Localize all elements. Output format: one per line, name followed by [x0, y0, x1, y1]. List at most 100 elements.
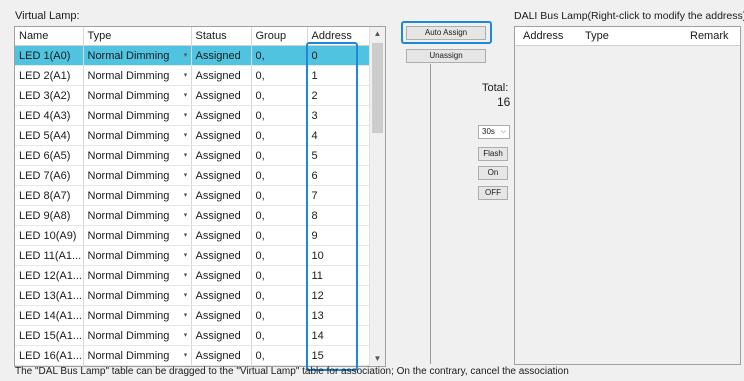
cell-name[interactable]: LED 5(A4): [15, 125, 84, 146]
cell-name[interactable]: LED 1(A0): [15, 45, 84, 66]
cell-type[interactable]: Normal Dimming ▾: [83, 245, 192, 266]
cell-type[interactable]: Normal Dimming ▾: [83, 45, 192, 66]
dropdown-arrow-icon[interactable]: ▾: [181, 66, 191, 85]
cell-group[interactable]: 0,: [251, 85, 308, 106]
cell-group[interactable]: 0,: [251, 65, 308, 86]
dropdown-arrow-icon[interactable]: ▾: [181, 126, 191, 145]
grid-vertical-scrollbar[interactable]: ▲ ▼: [369, 27, 385, 366]
cell-name[interactable]: LED 3(A2): [15, 85, 84, 106]
cell-type[interactable]: Normal Dimming ▾: [83, 125, 192, 146]
cell-name[interactable]: LED 9(A8): [15, 205, 84, 226]
scroll-down-arrow-icon[interactable]: ▼: [370, 352, 385, 366]
dropdown-arrow-icon[interactable]: ▾: [181, 46, 191, 65]
cell-group[interactable]: 0,: [251, 105, 308, 126]
column-header-remark[interactable]: Remark: [690, 30, 729, 42]
scroll-up-arrow-icon[interactable]: ▲: [370, 27, 385, 41]
cell-status[interactable]: Assigned: [191, 45, 252, 66]
cell-group[interactable]: 0,: [251, 285, 308, 306]
cell-status[interactable]: Assigned: [191, 105, 252, 126]
cell-name[interactable]: LED 12(A1...: [15, 265, 84, 286]
dropdown-arrow-icon[interactable]: ▾: [181, 226, 191, 245]
cell-name[interactable]: LED 8(A7): [15, 185, 84, 206]
dropdown-arrow-icon[interactable]: ▾: [181, 206, 191, 225]
cell-status[interactable]: Assigned: [191, 225, 252, 246]
dropdown-arrow-icon[interactable]: ▾: [181, 186, 191, 205]
cell-group[interactable]: 0,: [251, 305, 308, 326]
flash-button[interactable]: Flash: [478, 147, 508, 161]
column-header-type[interactable]: Type: [83, 27, 192, 46]
cell-group[interactable]: 0,: [251, 45, 308, 66]
cell-type[interactable]: Normal Dimming ▾: [83, 185, 192, 206]
type-value: Normal Dimming: [87, 329, 170, 342]
flash-interval-select[interactable]: 30s ⌵: [478, 125, 510, 139]
cell-status[interactable]: Assigned: [191, 185, 252, 206]
cell-group[interactable]: 0,: [251, 245, 308, 266]
column-header-group[interactable]: Group: [251, 27, 308, 46]
dropdown-arrow-icon[interactable]: ▾: [181, 286, 191, 305]
cell-name[interactable]: LED 15(A1...: [15, 325, 84, 346]
cell-status[interactable]: Assigned: [191, 165, 252, 186]
auto-assign-button[interactable]: Auto Assign: [406, 26, 486, 40]
cell-name[interactable]: LED 4(A3): [15, 105, 84, 126]
off-button[interactable]: OFF: [478, 186, 508, 200]
cell-group[interactable]: 0,: [251, 345, 308, 366]
cell-type[interactable]: Normal Dimming ▾: [83, 285, 192, 306]
cell-status[interactable]: Assigned: [191, 345, 252, 366]
cell-type[interactable]: Normal Dimming ▾: [83, 165, 192, 186]
dropdown-arrow-icon[interactable]: ▾: [181, 146, 191, 165]
cell-status[interactable]: Assigned: [191, 325, 252, 346]
scroll-thumb[interactable]: [372, 43, 383, 133]
cell-group[interactable]: 0,: [251, 185, 308, 206]
cell-group[interactable]: 0,: [251, 325, 308, 346]
column-header-name[interactable]: Name: [15, 27, 84, 46]
column-header-status[interactable]: Status: [191, 27, 252, 46]
dali-bus-lamp-grid[interactable]: Address Type Remark: [514, 26, 741, 365]
dropdown-arrow-icon[interactable]: ▾: [181, 166, 191, 185]
cell-group[interactable]: 0,: [251, 265, 308, 286]
dropdown-arrow-icon[interactable]: ▾: [181, 246, 191, 265]
cell-type[interactable]: Normal Dimming ▾: [83, 345, 192, 366]
cell-name[interactable]: LED 16(A1...: [15, 345, 84, 366]
cell-status[interactable]: Assigned: [191, 305, 252, 326]
cell-type[interactable]: Normal Dimming ▾: [83, 145, 192, 166]
cell-group[interactable]: 0,: [251, 125, 308, 146]
cell-name[interactable]: LED 13(A1...: [15, 285, 84, 306]
cell-name[interactable]: LED 14(A1...: [15, 305, 84, 326]
cell-type[interactable]: Normal Dimming ▾: [83, 325, 192, 346]
cell-group[interactable]: 0,: [251, 225, 308, 246]
on-button[interactable]: On: [478, 166, 508, 180]
cell-status[interactable]: Assigned: [191, 285, 252, 306]
cell-status[interactable]: Assigned: [191, 205, 252, 226]
cell-status[interactable]: Assigned: [191, 245, 252, 266]
cell-type[interactable]: Normal Dimming ▾: [83, 65, 192, 86]
cell-type[interactable]: Normal Dimming ▾: [83, 205, 192, 226]
column-header-type[interactable]: Type: [585, 30, 609, 42]
dropdown-arrow-icon[interactable]: ▾: [181, 326, 191, 345]
unassign-button[interactable]: Unassign: [406, 49, 486, 63]
cell-name[interactable]: LED 11(A1...: [15, 245, 84, 266]
cell-group[interactable]: 0,: [251, 205, 308, 226]
cell-name[interactable]: LED 10(A9): [15, 225, 84, 246]
cell-type[interactable]: Normal Dimming ▾: [83, 265, 192, 286]
dropdown-arrow-icon[interactable]: ▾: [181, 346, 191, 365]
dropdown-arrow-icon[interactable]: ▾: [181, 86, 191, 105]
separator-line: [430, 64, 431, 364]
column-header-address[interactable]: Address: [523, 30, 563, 42]
cell-group[interactable]: 0,: [251, 165, 308, 186]
cell-status[interactable]: Assigned: [191, 265, 252, 286]
cell-status[interactable]: Assigned: [191, 145, 252, 166]
cell-type[interactable]: Normal Dimming ▾: [83, 85, 192, 106]
dropdown-arrow-icon[interactable]: ▾: [181, 306, 191, 325]
cell-status[interactable]: Assigned: [191, 85, 252, 106]
cell-type[interactable]: Normal Dimming ▾: [83, 225, 192, 246]
dropdown-arrow-icon[interactable]: ▾: [181, 106, 191, 125]
cell-status[interactable]: Assigned: [191, 65, 252, 86]
cell-status[interactable]: Assigned: [191, 125, 252, 146]
cell-name[interactable]: LED 2(A1): [15, 65, 84, 86]
cell-type[interactable]: Normal Dimming ▾: [83, 105, 192, 126]
cell-name[interactable]: LED 7(A6): [15, 165, 84, 186]
cell-group[interactable]: 0,: [251, 145, 308, 166]
cell-name[interactable]: LED 6(A5): [15, 145, 84, 166]
dropdown-arrow-icon[interactable]: ▾: [181, 266, 191, 285]
cell-type[interactable]: Normal Dimming ▾: [83, 305, 192, 326]
